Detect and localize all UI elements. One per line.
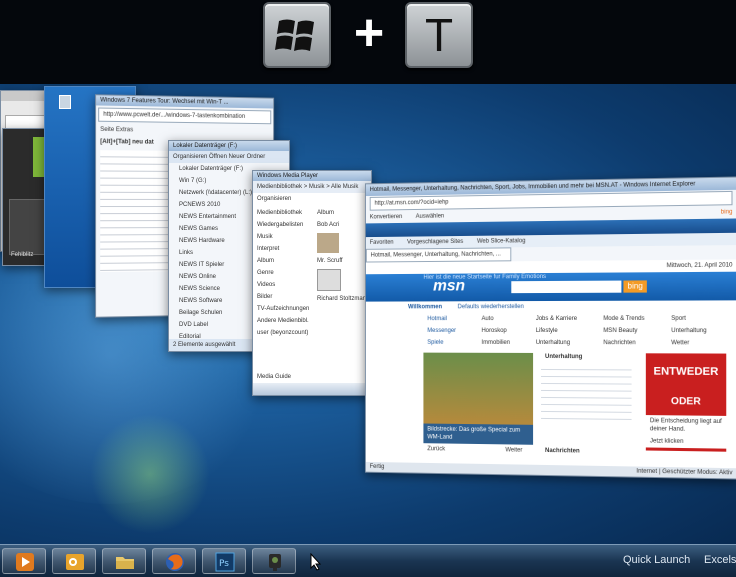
explorer-title: Lokaler Datenträger (F:)	[169, 141, 289, 151]
green-app-label: Fehlblitz	[11, 252, 34, 258]
taskbar-photoshop[interactable]: Ps	[202, 548, 246, 574]
msn-link-lifestyle[interactable]: Lifestyle	[532, 325, 581, 337]
wmp-title: Windows Media Player	[253, 171, 371, 181]
msn-link-mode[interactable]: Mode & Trends	[599, 313, 648, 325]
wmp-sidebar-item[interactable]: Bilder	[253, 291, 313, 303]
msn-fav-link-2[interactable]: Web Slice-Katalog	[473, 235, 529, 248]
msn-link-auto[interactable]: Auto	[478, 313, 514, 325]
wmp-artist-1[interactable]: Bob Acri	[313, 219, 371, 231]
wmp-sidebar-item[interactable]: Andere Medienbibl.	[253, 315, 313, 327]
msn-link-spiele[interactable]: Spiele	[423, 337, 460, 349]
msn-welcome-link[interactable]: Defaults wiederherstellen	[454, 301, 528, 313]
msn-link-immobilien[interactable]: Immobilien	[478, 337, 514, 349]
msn-weiter[interactable]: Weiter	[501, 444, 526, 456]
ie-article-address[interactable]: http://www.pcwelt.de/.../windows-7-taste…	[98, 107, 272, 125]
wmp-path[interactable]: Medienbibliothek > Musik > Alle Musik	[253, 181, 371, 193]
msn-status-left: Fertig	[369, 463, 385, 471]
instruction-banner: + T	[0, 0, 736, 84]
msn-menu-auswahlen[interactable]: Auswählen	[412, 210, 448, 222]
taskbar-firefox[interactable]	[152, 548, 196, 574]
recycle-bin-icon	[59, 95, 71, 109]
msn-zuruck[interactable]: Zurück	[423, 443, 449, 455]
outlook-icon	[66, 554, 84, 570]
msn-menu-konvertieren[interactable]: Konvertieren	[366, 211, 406, 223]
msn-link-unterhaltung-2[interactable]: Unterhaltung	[667, 325, 711, 337]
wmp-window[interactable]: Windows Media Player Medienbibliothek > …	[252, 170, 372, 396]
firefox-icon	[166, 553, 184, 571]
msn-favorites[interactable]: Favoriten	[366, 237, 398, 249]
msn-link-horoskop[interactable]: Horoskop	[478, 325, 514, 337]
wmp-media-guide[interactable]: Media Guide	[253, 371, 295, 383]
svg-text:Ps: Ps	[219, 559, 229, 569]
wmp-sidebar-item[interactable]: user (beyonzcount)	[253, 327, 313, 339]
wmp-sidebar: Medienbibliothek Wiedergabelisten Musik Int…	[253, 207, 313, 339]
wmp-artist-2[interactable]: Mr. Scruff	[313, 255, 371, 267]
msn-tagline: Hier ist die neue Startseite fur Family …	[423, 274, 547, 281]
windows-logo-icon	[275, 19, 314, 51]
ad-line-2: ODER	[670, 396, 701, 408]
wmp-sidebar-item[interactable]: Album	[253, 255, 313, 267]
plus-symbol: +	[353, 4, 385, 62]
ie-article-title: Windows 7 Features Tour: Wechsel mit Win…	[96, 95, 274, 109]
msn-bing-button[interactable]: bing	[623, 280, 647, 293]
wmp-album-header: Album	[317, 210, 335, 216]
msn-link-beauty[interactable]: MSN Beauty	[599, 325, 648, 337]
msn-feature-image[interactable]	[423, 352, 534, 425]
msn-link-sport[interactable]: Sport	[667, 313, 711, 325]
taskbar-media-player[interactable]	[2, 548, 46, 574]
media-player-icon	[16, 553, 34, 571]
msn-unterhaltung-title: Unterhaltung	[545, 353, 583, 361]
camera-app-icon	[269, 554, 281, 571]
msn-tab[interactable]: Hotmail, Messenger, Unterhaltung, Nachri…	[365, 247, 512, 263]
msn-link-hotmail[interactable]: Hotmail	[423, 313, 460, 325]
windows-key	[263, 2, 331, 68]
msn-fav-link-1[interactable]: Vorgeschlagene Sites	[403, 236, 467, 249]
msn-welcome: Willkommen	[407, 304, 443, 311]
msn-feature-caption[interactable]: Bildstrecke: Das große Special zum WM-La…	[423, 423, 534, 445]
wmp-sidebar-item[interactable]: Genre	[253, 267, 313, 279]
wmp-sidebar-item[interactable]: Medienbibliothek	[253, 207, 313, 219]
taskbar-outlook[interactable]	[52, 548, 96, 574]
ad-line-1: ENTWEDER	[653, 365, 719, 379]
wmp-sidebar-item[interactable]: Interpret	[253, 243, 313, 255]
ad-caption: Die Entscheidung liegt auf deiner Hand.	[645, 415, 727, 437]
msn-link-wetter[interactable]: Wetter	[667, 337, 711, 349]
ad-banner[interactable]: ENTWEDER ODER Die Entscheidung liegt auf…	[645, 353, 727, 452]
desktop: Fehlblitz Windows 7 Features Tour: Wechs…	[0, 84, 736, 544]
explorer-toolbar[interactable]: Organisieren Öffnen Neuer Ordner	[169, 151, 289, 163]
photoshop-icon: Ps	[215, 552, 235, 572]
msn-link-unterhaltung[interactable]: Unterhaltung	[532, 337, 581, 349]
t-key-label: T	[424, 9, 454, 61]
msn-link-jobs[interactable]: Jobs & Karriere	[532, 313, 581, 325]
ad-button[interactable]: Jetzt klicken	[645, 435, 727, 449]
excel-label[interactable]: Excelshe	[704, 554, 736, 566]
msn-link-messenger[interactable]: Messenger	[423, 325, 460, 337]
t-key: T	[405, 2, 473, 68]
taskbar-explorer[interactable]	[102, 548, 146, 574]
quick-launch-label[interactable]: Quick Launch	[623, 554, 690, 566]
wmp-organize[interactable]: Organisieren	[253, 193, 371, 205]
msn-status-right: Internet | Geschützter Modus: Aktiv	[636, 468, 733, 477]
msn-link-nachrichten[interactable]: Nachrichten	[599, 337, 648, 349]
wmp-sidebar-item[interactable]: Musik	[253, 231, 313, 243]
wmp-sidebar-item[interactable]: TV-Aufzeichnungen	[253, 303, 313, 315]
wmp-artist-3[interactable]: Richard Stoltzman	[313, 293, 371, 305]
wmp-sidebar-item[interactable]: Videos	[253, 279, 313, 291]
explorer-folder-icon	[116, 557, 134, 569]
taskbar: Ps Quick Launch Excelshe	[0, 544, 736, 577]
msn-bing-label[interactable]: bing	[717, 206, 736, 219]
wmp-sidebar-item[interactable]: Wiedergabelisten	[253, 219, 313, 231]
msn-ie-window[interactable]: Hotmail, Messenger, Unterhaltung, Nachri…	[364, 176, 736, 480]
taskbar-camera-app[interactable]	[252, 548, 296, 574]
msn-nachrichten-label: Nachrichten	[545, 447, 580, 455]
mouse-cursor-icon	[310, 553, 322, 571]
